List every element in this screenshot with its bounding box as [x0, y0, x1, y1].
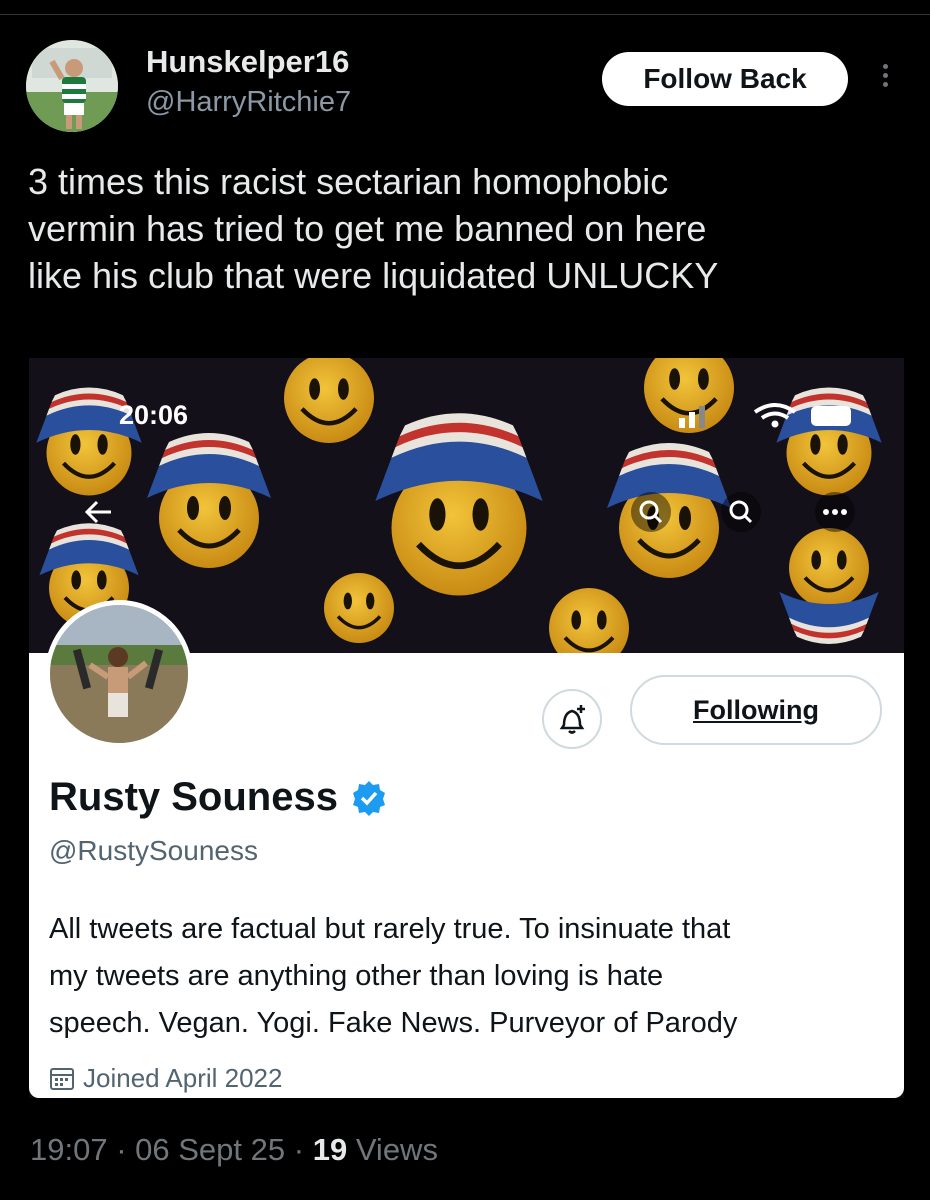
bio-line: my tweets are anything other than loving… [49, 960, 664, 992]
joined-text: Joined April 2022 [83, 1063, 283, 1093]
tweet-text-line: 3 times this racist sectarian homophobic [28, 161, 669, 202]
tweet-text: 3 times this racist sectarian homophobic… [28, 158, 908, 299]
tweet-text-line: vermin has tried to get me banned on her… [28, 208, 707, 249]
views-count[interactable]: 19 [313, 1132, 347, 1167]
joined-date: Joined April 2022 [49, 1063, 282, 1094]
more-vertical-icon[interactable] [870, 60, 900, 100]
bio-line: speech. Vegan. Yogi. Fake News. Purveyor… [49, 1007, 738, 1039]
profile-bio: All tweets are factual but rarely true. … [49, 906, 889, 1047]
meta-separator: · [116, 1132, 127, 1167]
search-icon[interactable] [629, 490, 673, 534]
phone-status-icons [679, 403, 851, 428]
views-label: Views [355, 1132, 438, 1167]
tweet-text-line: like his club that were liquidated UNLUC… [28, 255, 719, 296]
top-divider [0, 14, 930, 15]
following-button[interactable]: Following [630, 675, 882, 745]
search-icon[interactable] [719, 490, 763, 534]
calendar-icon [50, 1067, 74, 1090]
profile-name: Rusty Souness [49, 775, 388, 820]
more-horizontal-icon[interactable] [813, 490, 857, 534]
phone-status-time: 20:06 [119, 400, 189, 430]
verified-badge-icon [352, 780, 385, 816]
follow-back-button[interactable]: Follow Back [602, 52, 848, 106]
bell-plus-icon [559, 705, 585, 734]
back-arrow-icon[interactable] [81, 494, 117, 530]
author-handle[interactable]: @HarryRitchie7 [146, 86, 351, 119]
meta-separator: · [293, 1132, 305, 1167]
tweet-time[interactable]: 19:07 [30, 1132, 108, 1167]
author-name[interactable]: Hunskelper16 [146, 44, 349, 80]
profile-handle: @RustySouness [49, 835, 258, 866]
bio-line: All tweets are factual but rarely true. … [49, 913, 731, 945]
author-avatar[interactable] [26, 40, 118, 132]
tweet-date[interactable]: 06 Sept 25 [135, 1132, 285, 1167]
profile-name-text: Rusty Souness [49, 775, 338, 819]
tweet-meta: 19:07 · 06 Sept 25 · 19 Views [30, 1132, 438, 1168]
notifications-button[interactable] [542, 689, 602, 749]
profile-avatar[interactable] [45, 600, 193, 748]
tweet-media-screenshot[interactable]: 20:06 Following Rusty Souness @RustySoun… [29, 358, 904, 1098]
